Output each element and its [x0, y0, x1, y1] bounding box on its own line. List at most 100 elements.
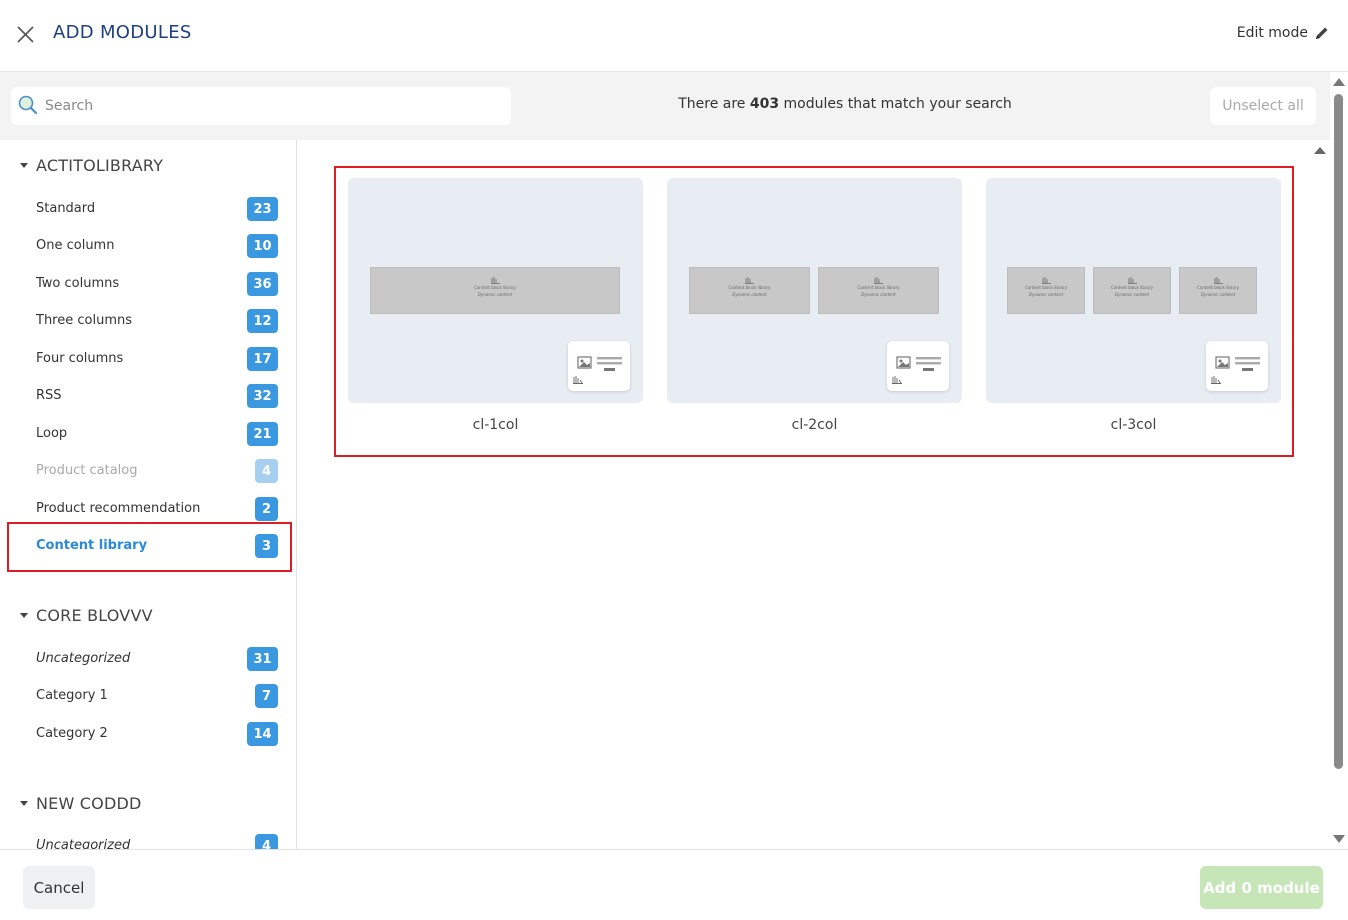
- sidebar-item-loop[interactable]: Loop 21: [8, 415, 291, 453]
- close-icon: [17, 26, 34, 43]
- match-count-text: There are 403 modules that match your se…: [520, 96, 1170, 112]
- thumbnail-line1: Content block library: [728, 285, 771, 290]
- count-badge: 36: [247, 272, 278, 296]
- module-name: cl-1col: [472, 417, 519, 433]
- thumbnail-line2: Dynamic content: [1028, 292, 1064, 297]
- count-badge: 23: [247, 197, 278, 221]
- sidebar-item-standard[interactable]: Standard 23: [8, 190, 291, 228]
- count-badge: 2: [255, 497, 278, 521]
- caret-down-icon: [20, 801, 28, 806]
- module-name: cl-2col: [791, 417, 838, 433]
- count-badge: 4: [255, 459, 278, 483]
- library-icon: [490, 277, 500, 284]
- sidebar-item-label: Product catalog: [36, 463, 138, 478]
- count-badge: 14: [247, 722, 278, 746]
- content-block-preview: Content block library Dynamic content: [1007, 267, 1085, 314]
- sidebar-item-category-1[interactable]: Category 1 7: [8, 677, 291, 715]
- content-block-preview: Content block library Dynamic content: [689, 267, 810, 314]
- count-badge: 17: [247, 347, 278, 371]
- close-button[interactable]: [14, 23, 38, 47]
- sidebar-item-three-columns[interactable]: Three columns 12: [8, 302, 291, 340]
- content-library-badge: [568, 341, 630, 391]
- thumbnail-line1: Content block library: [1025, 285, 1067, 290]
- image-text-icon: [573, 356, 622, 384]
- module-thumbnail: Content block library Dynamic content Co…: [667, 178, 962, 403]
- sidebar-item-one-column[interactable]: One column 10: [8, 227, 291, 265]
- sidebar-item-label: Standard: [36, 201, 96, 216]
- module-name: cl-3col: [1110, 417, 1157, 433]
- modules-grid: Content block library Dynamic content cl…: [334, 166, 1294, 457]
- group-actitolibrary[interactable]: ACTITOLIBRARY: [20, 156, 163, 175]
- sidebar-item-four-columns[interactable]: Four columns 17: [8, 340, 291, 378]
- image-text-icon: [892, 356, 941, 384]
- sidebar-item-label: One column: [36, 238, 115, 253]
- sidebar-item-label: Loop: [36, 426, 68, 441]
- group-core-blovvv[interactable]: CORE BLOVVV: [20, 606, 153, 625]
- content-block-preview: Content block library Dynamic content: [1093, 267, 1171, 314]
- count-badge: 12: [247, 309, 278, 333]
- sidebar-item-label: Product recommendation: [36, 501, 201, 516]
- count-badge: 21: [247, 422, 278, 446]
- caret-down-icon: [20, 613, 28, 618]
- thumbnail-line2: Dynamic content: [732, 292, 767, 297]
- sidebar-item-uncategorized[interactable]: Uncategorized 31: [8, 640, 291, 678]
- module-card[interactable]: Content block library Dynamic content Co…: [986, 178, 1281, 438]
- sidebar-item-label: Uncategorized: [36, 651, 131, 666]
- content-library-badge: [887, 341, 949, 391]
- add-module-button[interactable]: Add 0 module: [1200, 866, 1323, 909]
- group-title: ACTITOLIBRARY: [36, 156, 164, 175]
- module-card[interactable]: Content block library Dynamic content Co…: [667, 178, 962, 438]
- count-badge: 32: [247, 384, 278, 408]
- content-block-preview: Content block library Dynamic content: [818, 267, 939, 314]
- group-new-coddd[interactable]: NEW CODDD: [20, 794, 142, 813]
- sidebar-item-label: Uncategorized: [36, 838, 131, 849]
- thumbnail-line2: Dynamic content: [861, 292, 896, 297]
- caret-down-icon: [20, 163, 28, 168]
- sidebar-item-rss[interactable]: RSS 32: [8, 377, 291, 415]
- content-library-badge: [1206, 341, 1268, 391]
- count-badge: 10: [247, 234, 278, 258]
- thumbnail-line1: Content block library: [857, 285, 900, 290]
- thumbnail-line1: Content block library: [474, 285, 516, 290]
- module-thumbnail: Content block library Dynamic content Co…: [986, 178, 1281, 403]
- thumbnail-line1: Content block library: [1197, 285, 1239, 290]
- modal-header: ADD MODULES Edit mode: [0, 0, 1348, 72]
- count-badge: 4: [255, 834, 278, 849]
- match-suffix: modules that match your search: [779, 96, 1012, 112]
- library-icon: [1213, 277, 1223, 284]
- thumbnail-line1: Content block library: [1111, 285, 1153, 290]
- scroll-up-arrow-icon[interactable]: [1333, 78, 1345, 86]
- sidebar-item-uncategorized[interactable]: Uncategorized 4: [8, 827, 291, 849]
- sidebar-item-category-2[interactable]: Category 2 14: [8, 715, 291, 753]
- unselect-all-button[interactable]: Unselect all: [1210, 87, 1316, 125]
- sidebar-item-product-catalog[interactable]: Product catalog 4: [8, 452, 291, 490]
- sidebar-item-two-columns[interactable]: Two columns 36: [8, 265, 291, 303]
- search-box: [11, 87, 511, 125]
- count-badge: 3: [255, 534, 278, 558]
- sidebar-item-label: Category 1: [36, 688, 108, 703]
- modal-footer: Cancel Add 0 module: [0, 849, 1348, 920]
- count-badge: 31: [247, 647, 278, 671]
- sidebar-item-content-library[interactable]: Content library 3: [7, 522, 292, 572]
- sidebar-item-label: Three columns: [36, 313, 132, 328]
- search-input[interactable]: [45, 87, 505, 125]
- sidebar-item-label: RSS: [36, 388, 62, 403]
- image-text-icon: [1211, 356, 1260, 384]
- scrollbar-thumb[interactable]: [1334, 94, 1343, 769]
- count-badge: 7: [255, 684, 278, 708]
- cancel-button[interactable]: Cancel: [23, 866, 95, 909]
- match-count: 403: [749, 96, 780, 112]
- search-toolbar: There are 403 modules that match your se…: [0, 72, 1330, 140]
- results-scroll-up-icon[interactable]: [1314, 147, 1326, 154]
- content-block-preview: Content block library Dynamic content: [1179, 267, 1257, 314]
- pencil-icon: [1316, 27, 1328, 39]
- page-scrollbar[interactable]: [1330, 72, 1348, 849]
- module-card[interactable]: Content block library Dynamic content cl…: [348, 178, 643, 438]
- edit-mode-button[interactable]: Edit mode: [1237, 25, 1330, 41]
- category-sidebar[interactable]: ACTITOLIBRARY Standard 23 One column 10 Tw…: [0, 140, 297, 849]
- sidebar-item-label: Category 2: [36, 726, 108, 741]
- content-block-preview: Content block library Dynamic content: [370, 267, 620, 314]
- library-icon: [1041, 277, 1051, 284]
- thumbnail-line2: Dynamic content: [1114, 292, 1150, 297]
- scroll-down-arrow-icon[interactable]: [1333, 835, 1345, 843]
